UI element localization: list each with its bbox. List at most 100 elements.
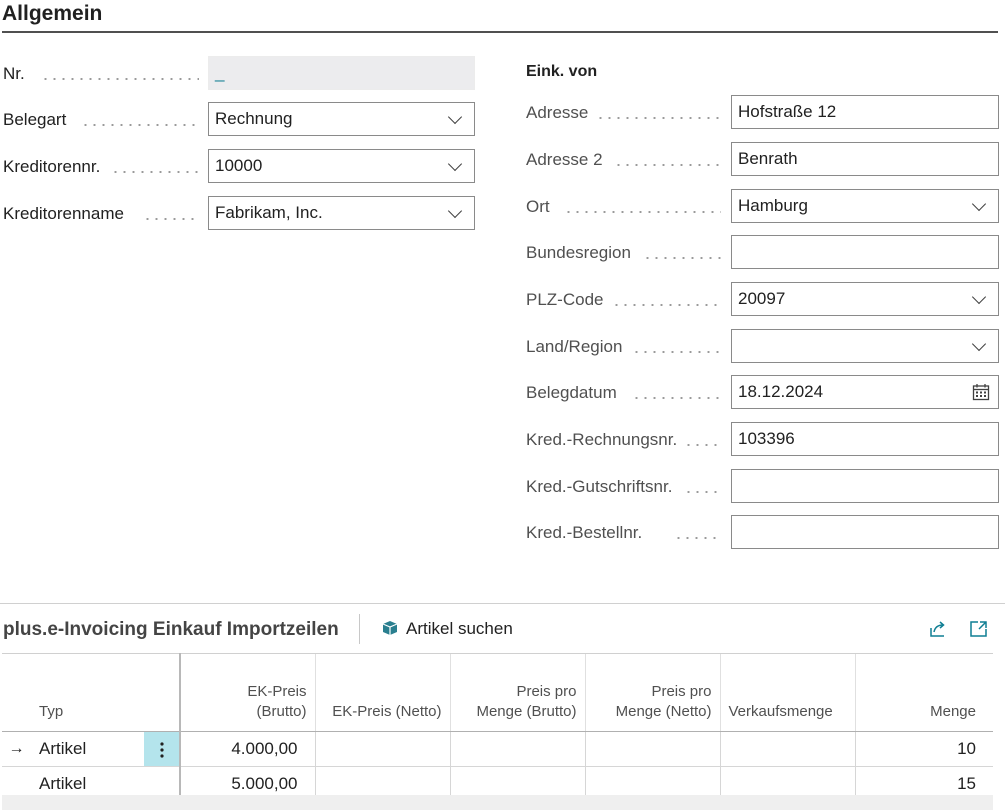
field-adresse: Adresse Hofstraße 12	[526, 95, 999, 131]
belegdatum-label: Belegdatum	[526, 383, 617, 402]
expand-icon[interactable]	[969, 619, 989, 639]
chevron-down-icon[interactable]	[447, 203, 463, 219]
ort-value: Hamburg	[738, 196, 808, 215]
field-adresse-2: Adresse 2 Benrath	[526, 142, 999, 178]
kreditorenname-label: Kreditorenname	[3, 204, 124, 223]
rechnungsnr-input[interactable]: 103396	[731, 422, 999, 456]
kreditorennr-value: 10000	[215, 156, 263, 175]
lines-part-title[interactable]: plus.e-Invoicing Einkauf Importzeilen	[3, 618, 339, 642]
dot-leader	[632, 397, 721, 399]
dot-leader	[143, 218, 199, 220]
chevron-down-icon[interactable]	[971, 196, 987, 212]
cell-preis-pro-menge-brutto[interactable]	[449, 731, 585, 767]
dot-leader	[612, 304, 721, 306]
rechnungsnr-label: Kred.-Rechnungsnr.	[526, 430, 678, 449]
column-header-menge[interactable]: Menge	[854, 653, 993, 732]
table-row[interactable]: → Artikel 4.000,00 10	[2, 731, 993, 767]
more-vertical-icon[interactable]	[159, 741, 164, 759]
chevron-down-icon[interactable]	[971, 336, 987, 352]
field-plz-code: PLZ-Code 20097	[526, 282, 999, 318]
dot-leader	[674, 537, 721, 539]
cell-menge[interactable]: 10	[854, 731, 993, 767]
dot-leader	[684, 491, 721, 493]
dot-leader	[564, 211, 721, 213]
cell-preis-pro-menge-netto[interactable]	[584, 731, 720, 767]
kreditorennr-label: Kreditorennr.	[3, 157, 101, 176]
cell-typ[interactable]: Artikel	[31, 731, 144, 767]
field-belegart: Belegart Rechnung	[3, 102, 475, 138]
column-header-typ[interactable]: Typ	[31, 653, 144, 732]
plz-code-label: PLZ-Code	[526, 290, 604, 309]
land-region-select[interactable]	[731, 329, 999, 363]
row-selector-arrow-icon[interactable]: →	[2, 731, 31, 767]
belegart-select[interactable]: Rechnung	[208, 102, 475, 136]
belegart-label: Belegart	[3, 110, 67, 129]
field-belegdatum: Belegdatum 18.12.2024	[526, 375, 999, 411]
kreditorenname-value: Fabrikam, Inc.	[215, 203, 323, 222]
grid-footer	[2, 795, 993, 810]
dot-leader	[614, 164, 721, 166]
land-region-label: Land/Region	[526, 337, 623, 356]
kreditorenname-select[interactable]: Fabrikam, Inc.	[208, 196, 475, 230]
lines-part-toolbar: plus.e-Invoicing Einkauf Importzeilen Ar…	[0, 603, 1005, 654]
cell-ek-preis-netto[interactable]	[314, 731, 450, 767]
ort-select[interactable]: Hamburg	[731, 189, 999, 223]
plz-code-value: 20097	[738, 289, 786, 308]
chevron-down-icon[interactable]	[971, 289, 987, 305]
chevron-down-icon[interactable]	[447, 109, 463, 125]
gutschriftsnr-input[interactable]	[731, 469, 999, 503]
field-bundesregion: Bundesregion	[526, 235, 999, 271]
field-bestellnr: Kred.-Bestellnr.	[526, 515, 999, 551]
adresse-2-label: Adresse 2	[526, 150, 603, 169]
cell-ek-preis-brutto[interactable]: 4.000,00	[179, 731, 315, 767]
box-icon	[382, 621, 398, 635]
dot-leader	[684, 444, 721, 446]
column-header-verkaufsmenge[interactable]: Verkaufsmenge	[719, 653, 855, 732]
bestellnr-label: Kred.-Bestellnr.	[526, 523, 643, 542]
field-nr: Nr. _	[3, 56, 475, 92]
bundesregion-input[interactable]	[731, 235, 999, 269]
kreditorennr-select[interactable]: 10000	[208, 149, 475, 183]
artikel-suchen-label: Artikel suchen	[406, 619, 513, 638]
gutschriftsnr-label: Kred.-Gutschriftsnr.	[526, 477, 673, 496]
bestellnr-input[interactable]	[731, 515, 999, 549]
calendar-icon[interactable]	[972, 383, 990, 401]
belegdatum-input[interactable]: 18.12.2024	[731, 375, 999, 409]
dot-leader	[643, 257, 721, 259]
chevron-down-icon[interactable]	[447, 156, 463, 172]
belegdatum-value: 18.12.2024	[738, 382, 824, 401]
column-header-ek-preis-brutto[interactable]: EK-Preis (Brutto)	[179, 653, 315, 732]
dot-leader	[111, 171, 199, 173]
toolbar-divider	[359, 614, 360, 644]
column-header-selector	[2, 653, 31, 732]
field-kreditorennr: Kreditorennr. 10000	[3, 149, 475, 185]
row-menu[interactable]	[144, 731, 180, 767]
grid-header-row: Typ EK-Preis (Brutto) EK-Preis (Netto) Pr…	[2, 653, 993, 732]
dot-leader	[81, 124, 199, 126]
nr-input[interactable]: _	[208, 56, 475, 90]
dot-leader	[632, 351, 721, 353]
section-title[interactable]: Allgemein	[2, 0, 998, 33]
column-header-preis-pro-menge-brutto[interactable]: Preis pro Menge (Brutto)	[449, 653, 585, 732]
eink-von-heading: Eink. von	[526, 63, 598, 80]
adresse-2-input[interactable]: Benrath	[731, 142, 999, 176]
column-header-preis-pro-menge-netto[interactable]: Preis pro Menge (Netto)	[584, 653, 720, 732]
nr-label: Nr.	[3, 64, 25, 83]
field-ort: Ort Hamburg	[526, 189, 999, 225]
ort-label: Ort	[526, 197, 550, 216]
dot-leader	[596, 117, 721, 119]
import-lines-grid: Typ EK-Preis (Brutto) EK-Preis (Netto) Pr…	[2, 653, 993, 802]
cell-verkaufsmenge[interactable]	[719, 731, 855, 767]
field-rechnungsnr: Kred.-Rechnungsnr. 103396	[526, 422, 999, 458]
adresse-input[interactable]: Hofstraße 12	[731, 95, 999, 129]
field-land-region: Land/Region	[526, 329, 999, 365]
dot-leader	[41, 78, 199, 80]
plz-code-select[interactable]: 20097	[731, 282, 999, 316]
bundesregion-label: Bundesregion	[526, 243, 631, 262]
share-icon[interactable]	[928, 619, 948, 639]
column-header-menu	[144, 653, 180, 732]
adresse-label: Adresse	[526, 103, 589, 122]
column-header-ek-preis-netto[interactable]: EK-Preis (Netto)	[314, 653, 450, 732]
field-kreditorenname: Kreditorenname Fabrikam, Inc.	[3, 196, 475, 232]
belegart-value: Rechnung	[215, 109, 293, 128]
